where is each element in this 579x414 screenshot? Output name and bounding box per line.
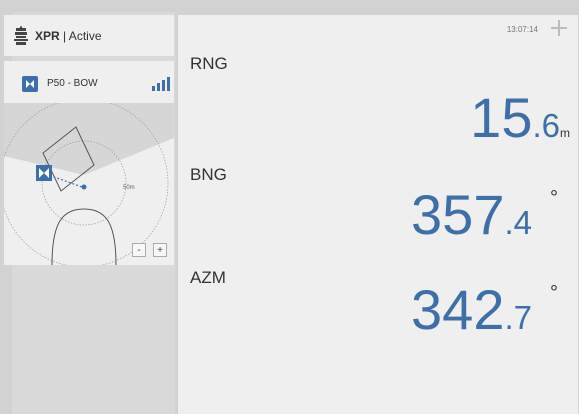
vessel-name: P50 - BOW xyxy=(47,78,98,89)
azimuth-unit: ° xyxy=(550,282,558,304)
clock: 13:07:14 xyxy=(506,25,538,34)
readings-panel: 13:07:14 RNG 15.6m BNG 357.4 ° AZM 342.7 ° xyxy=(178,15,578,414)
range-integer: 15 xyxy=(470,86,533,149)
zoom-out-button[interactable]: - xyxy=(132,243,146,257)
app-status: | Active xyxy=(59,28,102,43)
hull-outline xyxy=(51,208,117,265)
zoom-in-button[interactable]: + xyxy=(153,243,167,257)
range-value: 15.6m xyxy=(470,90,570,146)
vessel-icon xyxy=(22,76,38,92)
range-ring-label: 50m xyxy=(123,185,135,191)
azimuth-label: AZM xyxy=(190,268,226,287)
brand-header: XPR | Active xyxy=(4,15,174,56)
signal-strength-icon xyxy=(152,77,170,91)
bearing-decimal: .4 xyxy=(504,204,532,241)
range-unit: m xyxy=(560,126,570,140)
bearing-value: 357.4° xyxy=(411,187,558,243)
azimuth-value: 342.7° xyxy=(411,282,558,338)
range-label: RNG xyxy=(190,54,228,73)
vessel-panel: P50 - BOW 50m - + xyxy=(4,61,174,265)
vessel-header[interactable]: P50 - BOW xyxy=(4,61,174,103)
coverage-sector xyxy=(4,103,174,175)
crest-icon xyxy=(14,25,28,45)
azimuth-decimal: .7 xyxy=(504,299,532,336)
app-name: XPR xyxy=(35,28,60,43)
brand-title: XPR | Active xyxy=(35,29,102,43)
range-decimal: .6 xyxy=(532,107,560,144)
bearing-unit: ° xyxy=(550,187,558,209)
bearing-label: BNG xyxy=(190,165,227,184)
target-marker[interactable] xyxy=(81,184,87,190)
add-icon[interactable] xyxy=(551,20,567,36)
radar-plot[interactable]: 50m xyxy=(4,103,174,265)
bearing-integer: 357 xyxy=(411,183,505,246)
azimuth-integer: 342 xyxy=(411,278,505,341)
